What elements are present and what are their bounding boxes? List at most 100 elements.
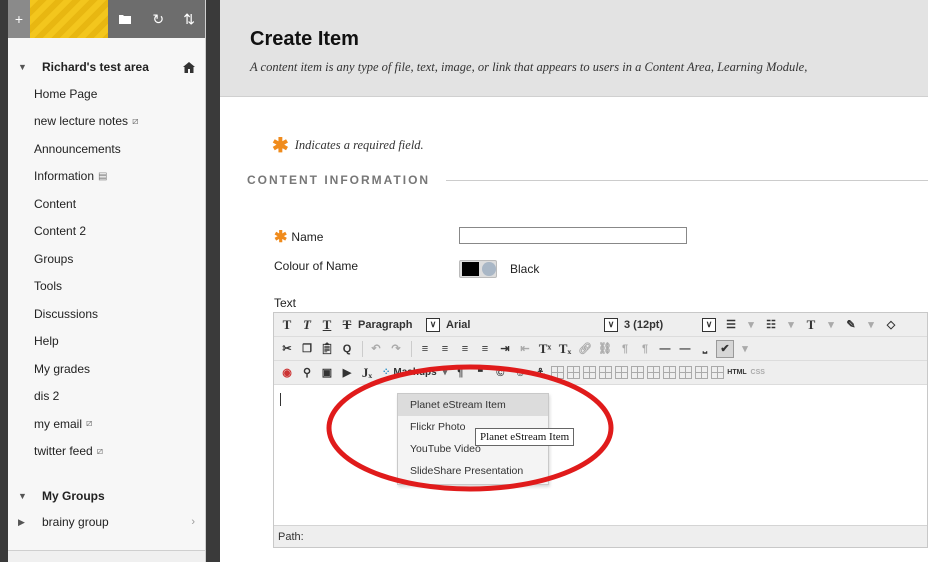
subscript-icon[interactable]: Tₓ	[556, 340, 574, 358]
editor-toolbar-row-2: ✂ ❐ 📋︎ Q ↶ ↷ ≡ ≡ ≡ ≡ ⇥ ⇤ Tˣ Tₓ 🔗︎ ⛓︎ ¶ ¶…	[274, 337, 927, 361]
caret-right-icon[interactable]: ▶	[18, 517, 34, 528]
paste-icon[interactable]: 📋︎	[318, 340, 336, 358]
bullet-list-button[interactable]: ☰	[722, 316, 740, 334]
caret-down-icon[interactable]: ▼	[18, 62, 34, 72]
menu-item[interactable]: twitter feed ⧄	[8, 438, 205, 466]
line-icon[interactable]: —	[676, 340, 694, 358]
dropdown-icon[interactable]: ▾	[822, 316, 840, 334]
required-field-note: ✱ Indicates a required field.	[272, 135, 424, 157]
highlight-pen-icon[interactable]: ✎	[842, 316, 860, 334]
page-header: Create Item A content item is any type o…	[220, 0, 928, 97]
insert-col-before-icon[interactable]	[647, 366, 661, 379]
merge-cells-icon[interactable]	[711, 366, 725, 379]
external-link-icon: ⧄	[96, 445, 104, 457]
split-cells-icon[interactable]	[695, 366, 709, 379]
course-title: Richard's test area	[42, 60, 149, 74]
highlight-annotation-ring	[326, 364, 614, 492]
outdent-icon[interactable]: ⇤	[516, 340, 534, 358]
page-description: A content item is any type of file, text…	[250, 60, 808, 74]
editor-path-bar: Path:	[274, 525, 927, 547]
section-divider	[446, 179, 928, 181]
menu-item[interactable]: Tools	[8, 273, 205, 301]
menu-item[interactable]: Content 2	[8, 218, 205, 246]
page-icon: ▤	[98, 170, 108, 182]
font-select[interactable]: Arial ∨	[446, 316, 618, 334]
strikethrough-button[interactable]: T	[338, 316, 356, 334]
italic-button[interactable]: T	[298, 316, 316, 334]
course-header[interactable]: ▼ Richard's test area	[8, 54, 205, 80]
menu-item[interactable]: Groups	[8, 245, 205, 273]
refresh-button[interactable]: ↻	[143, 0, 173, 38]
plus-icon: +	[14, 11, 24, 27]
rtl-icon[interactable]: ¶	[636, 340, 654, 358]
colour-label: Colour of Name	[274, 259, 359, 273]
numbered-list-button[interactable]: ☷	[762, 316, 780, 334]
dropdown-icon[interactable]: ▾	[862, 316, 880, 334]
sidebar-footer	[8, 550, 205, 562]
attachment-icon[interactable]: ⚲	[298, 364, 316, 382]
menu-item[interactable]: Home Page	[8, 80, 205, 108]
paragraph-select[interactable]: Paragraph ∨	[358, 316, 440, 334]
underline-button[interactable]: T	[318, 316, 336, 334]
chevron-right-icon: ›	[191, 516, 195, 528]
menu-item[interactable]: Announcements	[8, 135, 205, 163]
name-label: ✱ Name	[274, 229, 324, 246]
name-input[interactable]	[459, 227, 687, 244]
menu-item[interactable]: Discussions	[8, 300, 205, 328]
editor-toolbar-row-1: T T T T Paragraph ∨ Arial ∨ 3 (12pt) ∨ ☰ ▾ …	[274, 313, 927, 337]
spellcheck-icon[interactable]: ✔	[716, 339, 734, 358]
html-icon[interactable]: HTML	[727, 364, 746, 382]
align-center-icon[interactable]: ≡	[436, 340, 454, 358]
align-left-icon[interactable]: ≡	[416, 340, 434, 358]
delete-row-icon[interactable]	[631, 366, 645, 379]
menu-item[interactable]: my email ⧄	[8, 410, 205, 438]
align-right-icon[interactable]: ≡	[456, 340, 474, 358]
manage-folders-button[interactable]	[108, 0, 144, 38]
colour-swatch	[462, 262, 480, 276]
text-color-button[interactable]: T	[802, 316, 820, 334]
add-menu-item-button[interactable]: +	[8, 0, 30, 38]
edit-mode-stripe	[29, 0, 108, 38]
cut-icon[interactable]: ✂	[278, 340, 296, 358]
toolbar-separator	[362, 340, 363, 357]
justify-icon[interactable]: ≡	[476, 340, 494, 358]
horizontal-rule-icon[interactable]: —	[656, 340, 674, 358]
dropdown-icon[interactable]: ▾	[742, 316, 760, 334]
caret-down-icon[interactable]: ▼	[18, 491, 34, 501]
menu-item[interactable]: Help	[8, 328, 205, 356]
text-cursor	[280, 393, 281, 406]
undo-icon[interactable]: ↶	[367, 340, 385, 358]
course-menu: Home Page new lecture notes ⧄ Announcemen…	[8, 80, 205, 465]
home-icon[interactable]	[183, 61, 195, 73]
indent-icon[interactable]: ⇥	[496, 340, 514, 358]
find-icon[interactable]: Q	[338, 340, 356, 358]
external-link-icon: ⧄	[132, 115, 139, 127]
superscript-icon[interactable]: Tˣ	[536, 340, 554, 358]
font-size-select[interactable]: 3 (12pt) ∨	[624, 316, 716, 334]
menu-item[interactable]: dis 2	[8, 383, 205, 411]
group-item[interactable]: ▶ brainy group ›	[8, 509, 205, 535]
menu-item[interactable]: My grades	[8, 355, 205, 383]
ltr-icon[interactable]: ¶	[616, 340, 634, 358]
bold-button[interactable]: T	[278, 316, 296, 334]
menu-item[interactable]: Information ▤	[8, 163, 205, 191]
copy-icon[interactable]: ❐	[298, 340, 316, 358]
page-title: Create Item	[250, 28, 359, 50]
eraser-icon[interactable]: ◇	[882, 316, 900, 334]
menu-item[interactable]: new lecture notes ⧄	[8, 108, 205, 136]
dropdown-icon[interactable]: ▾	[782, 316, 800, 334]
my-groups-header[interactable]: ▼ My Groups	[8, 483, 205, 509]
redo-icon[interactable]: ↷	[387, 340, 405, 358]
delete-col-icon[interactable]	[679, 366, 693, 379]
reorder-button[interactable]: ⇅	[173, 0, 205, 38]
unlink-icon[interactable]: ⛓︎	[596, 340, 614, 358]
record-icon[interactable]: ◉	[278, 364, 296, 382]
dropdown-icon[interactable]: ▾	[736, 340, 754, 358]
insert-col-after-icon[interactable]	[663, 366, 677, 379]
menu-item[interactable]: Content	[8, 190, 205, 218]
colour-picker[interactable]	[459, 260, 497, 278]
link-icon[interactable]: 🔗︎	[576, 340, 594, 358]
chevron-down-icon: ∨	[426, 317, 440, 332]
css-icon[interactable]: CSS	[749, 364, 767, 382]
nonbreaking-space-icon[interactable]: ⎵	[696, 340, 714, 358]
